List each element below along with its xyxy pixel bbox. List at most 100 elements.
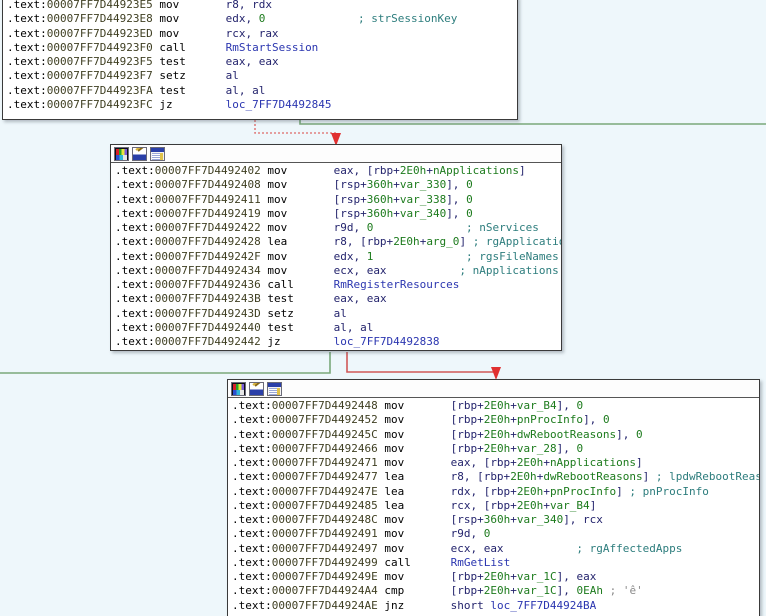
- segment-prefix: .text:: [232, 498, 272, 512]
- instruction-operand: eax, eax: [333, 292, 387, 306]
- edit-block-icon[interactable]: [132, 146, 147, 161]
- disassembly-line[interactable]: .text:00007FF7D4492408 mov [rsp+360h+var…: [111, 178, 561, 192]
- basic-block-rmgetlist[interactable]: .text:00007FF7D4492448 mov [rbp+2E0h+var…: [227, 379, 760, 616]
- instruction-mnemonic: mov: [384, 456, 405, 469]
- basic-block-rmregisterresources[interactable]: .text:00007FF7D4492402 mov eax, [rbp+2E0…: [110, 144, 562, 351]
- disassembly-line[interactable]: .text:00007FF7D4492471 mov eax, [rbp+2E0…: [228, 456, 759, 470]
- instruction-operand: +: [510, 513, 517, 526]
- disassembly-listing[interactable]: .text:00007FF7D44923E5 mov r8, rdx .text:…: [3, 0, 517, 114]
- instruction-operand: +: [393, 192, 400, 206]
- instruction-operand: r8, [rbp+: [333, 235, 394, 249]
- disassembly-line[interactable]: .text:00007FF7D4492422 mov r9d, 0 ; nSer…: [111, 221, 561, 235]
- instruction-mnemonic: lea: [384, 470, 405, 484]
- edge-jz-taken-2: [0, 352, 331, 374]
- disassembly-line[interactable]: .text:00007FF7D44923E8 mov edx, 0 ; strS…: [3, 12, 517, 26]
- disassembly-line[interactable]: .text:00007FF7D4492442 jz loc_7FF7D44928…: [111, 335, 561, 349]
- disassembly-listing[interactable]: .text:00007FF7D4492402 mov eax, [rbp+2E0…: [111, 163, 561, 350]
- instruction-operand: 0: [576, 399, 584, 412]
- instruction-operand: nApplications: [549, 456, 637, 469]
- segment-prefix: .text:: [115, 178, 155, 192]
- instruction-operand: edx,: [225, 12, 259, 26]
- instruction-operand[interactable]: loc_7FF7D4492845: [226, 98, 332, 111]
- segment-prefix: .text:: [232, 598, 272, 612]
- segment-prefix: .text:: [232, 555, 272, 569]
- instruction-address: 00007FF7D4492491: [271, 527, 378, 541]
- disassembly-line[interactable]: .text:00007FF7D44924AE jnz short loc_7FF…: [228, 599, 759, 613]
- segment-prefix: .text:: [115, 221, 155, 234]
- instruction-operand: rcx, [rbp+: [450, 498, 517, 512]
- disassembly-line[interactable]: .text:00007FF7D449242F mov edx, 1 ; rgsF…: [111, 250, 561, 264]
- disassembly-line[interactable]: .text:00007FF7D44923ED mov rcx, rax: [3, 27, 517, 41]
- instruction-operand[interactable]: RmStartSession: [226, 41, 319, 54]
- instruction-operand: eax, [rbp+: [450, 456, 517, 469]
- disassembly-line[interactable]: .text:00007FF7D4492499 call RmGetList: [228, 556, 759, 570]
- instruction-operand[interactable]: RmGetList: [451, 556, 511, 569]
- disassembly-line[interactable]: .text:00007FF7D44923FC jz loc_7FF7D44928…: [3, 98, 517, 112]
- disassembly-listing[interactable]: .text:00007FF7D4492448 mov [rbp+2E0h+var…: [228, 398, 759, 615]
- instruction-operand: var_28: [516, 441, 557, 455]
- instruction-mnemonic: mov: [159, 12, 180, 26]
- basic-block-rmstartsession[interactable]: .text:00007FF7D44923E5 mov r8, rdx .text:…: [2, 0, 518, 120]
- instruction-operand: 0: [636, 427, 643, 441]
- instruction-comment: ; nApplications: [459, 263, 559, 277]
- disassembly-line[interactable]: .text:00007FF7D4492466 mov [rbp+2E0h+var…: [228, 442, 759, 456]
- instruction-operand: dwRebootReasons: [516, 427, 617, 441]
- disassembly-line[interactable]: .text:00007FF7D4492477 lea r8, [rbp+2E0h…: [228, 470, 759, 484]
- disassembly-line[interactable]: .text:00007FF7D449245C mov [rbp+2E0h+dwR…: [228, 428, 759, 442]
- segment-prefix: .text:: [232, 399, 272, 412]
- graph-overview-icon[interactable]: [231, 381, 246, 396]
- disassembly-line[interactable]: .text:00007FF7D4492428 lea r8, [rbp+2E0h…: [111, 235, 561, 249]
- disassembly-line[interactable]: .text:00007FF7D44924A4 cmp [rbp+2E0h+var…: [228, 584, 759, 598]
- instruction-mnemonic: jz: [159, 97, 173, 111]
- instruction-mnemonic: mov: [267, 206, 288, 220]
- disassembly-line[interactable]: .text:00007FF7D4492419 mov [rsp+360h+var…: [111, 207, 561, 221]
- edit-block-icon[interactable]: [249, 381, 264, 396]
- disassembly-line[interactable]: .text:00007FF7D44923FA test al, al: [3, 84, 517, 98]
- instruction-operand: 2E0h: [516, 456, 544, 469]
- instruction-mnemonic: mov: [267, 249, 288, 263]
- instruction-mnemonic: mov: [384, 513, 405, 526]
- disassembly-line[interactable]: .text:00007FF7D4492440 test al, al: [111, 321, 561, 335]
- instruction-operand: al, al: [333, 320, 374, 334]
- instruction-address: 00007FF7D449242F: [154, 249, 261, 263]
- segment-prefix: .text:: [232, 427, 272, 441]
- instruction-mnemonic: jz: [267, 335, 281, 348]
- disassembly-line[interactable]: .text:00007FF7D4492497 mov ecx, eax ; rg…: [228, 542, 759, 556]
- disassembly-line[interactable]: .text:00007FF7D44923F7 setz al: [3, 69, 517, 83]
- block-properties-icon[interactable]: [267, 381, 282, 396]
- block-properties-icon[interactable]: [150, 146, 165, 161]
- disassembly-line[interactable]: .text:00007FF7D4492452 mov [rbp+2E0h+pnP…: [228, 413, 759, 427]
- disassembly-line[interactable]: .text:00007FF7D4492402 mov eax, [rbp+2E0…: [111, 164, 561, 178]
- instruction-address: 00007FF7D4492411: [154, 192, 261, 206]
- instruction-address: 00007FF7D4492471: [271, 456, 378, 469]
- disassembly-line[interactable]: .text:00007FF7D4492485 lea rcx, [rbp+2E0…: [228, 499, 759, 513]
- disassembly-line[interactable]: .text:00007FF7D449243D setz al: [111, 307, 561, 321]
- instruction-address: 00007FF7D44924A4: [271, 584, 378, 598]
- disassembly-line[interactable]: .text:00007FF7D449249E mov [rbp+2E0h+var…: [228, 570, 759, 584]
- segment-prefix: .text:: [7, 0, 47, 11]
- disassembly-line[interactable]: .text:00007FF7D4492434 mov ecx, eax ; nA…: [111, 264, 561, 278]
- instruction-operand: 0: [576, 441, 584, 455]
- disassembly-line[interactable]: .text:00007FF7D4492448 mov [rbp+2E0h+var…: [228, 399, 759, 413]
- disassembly-line[interactable]: .text:00007FF7D4492436 call RmRegisterRe…: [111, 278, 561, 292]
- instruction-operand: al: [225, 69, 239, 83]
- graph-canvas[interactable]: .text:00007FF7D44923E5 mov r8, rdx .text:…: [0, 0, 766, 616]
- disassembly-line[interactable]: .text:00007FF7D449247E lea rdx, [rbp+2E0…: [228, 485, 759, 499]
- instruction-operand: 2E0h: [483, 570, 511, 583]
- instruction-operand[interactable]: RmRegisterResources: [334, 278, 460, 291]
- graph-overview-icon[interactable]: [114, 146, 129, 161]
- disassembly-line[interactable]: .text:00007FF7D44923E5 mov r8, rdx: [3, 0, 517, 12]
- instruction-operand: 0: [466, 206, 473, 220]
- instruction-operand: +: [543, 456, 550, 469]
- disassembly-line[interactable]: .text:00007FF7D44923F5 test eax, eax: [3, 55, 517, 69]
- disassembly-line[interactable]: .text:00007FF7D4492491 mov r9d, 0: [228, 527, 759, 541]
- disassembly-line[interactable]: .text:00007FF7D44923F0 call RmStartSessi…: [3, 41, 517, 55]
- instruction-mnemonic: test: [267, 320, 294, 334]
- instruction-comment: ; 'ê': [609, 584, 643, 598]
- disassembly-line[interactable]: .text:00007FF7D449248C mov [rsp+360h+var…: [228, 513, 759, 527]
- instruction-operand: edx,: [333, 249, 367, 263]
- disassembly-line[interactable]: .text:00007FF7D449243B test eax, eax: [111, 292, 561, 306]
- instruction-operand[interactable]: loc_7FF7D4492838: [334, 335, 440, 348]
- instruction-operand[interactable]: loc_7FF7D44924BA: [490, 599, 596, 612]
- disassembly-line[interactable]: .text:00007FF7D4492411 mov [rsp+360h+var…: [111, 193, 561, 207]
